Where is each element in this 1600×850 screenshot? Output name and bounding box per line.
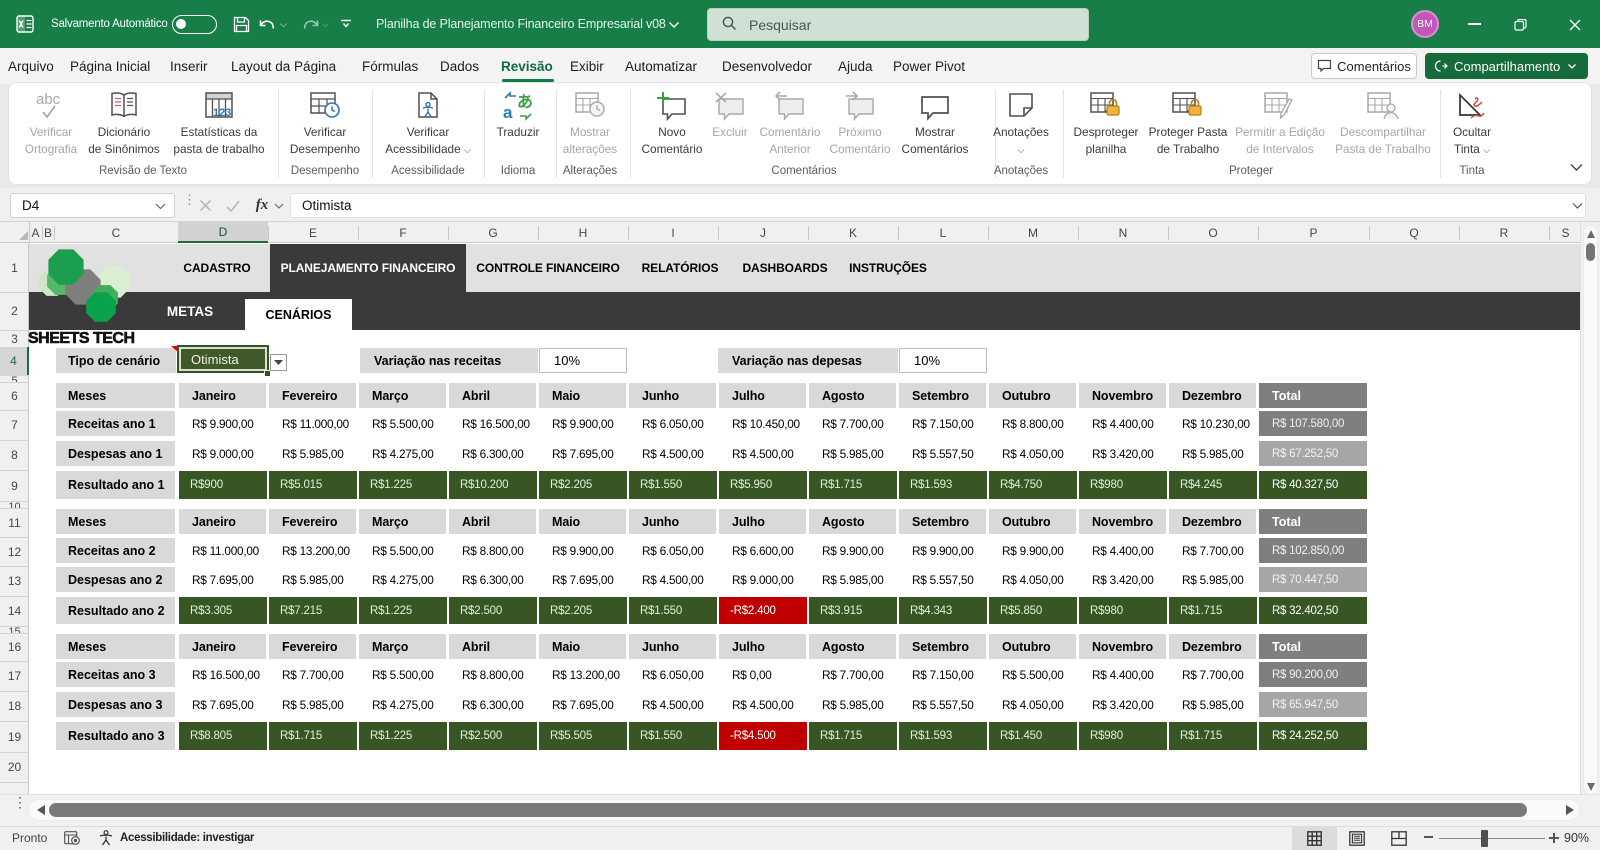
svg-text:abc: abc <box>36 91 61 108</box>
svg-text:あ: あ <box>517 93 533 111</box>
svg-text:123: 123 <box>213 107 231 119</box>
svg-text:a: a <box>503 103 513 121</box>
